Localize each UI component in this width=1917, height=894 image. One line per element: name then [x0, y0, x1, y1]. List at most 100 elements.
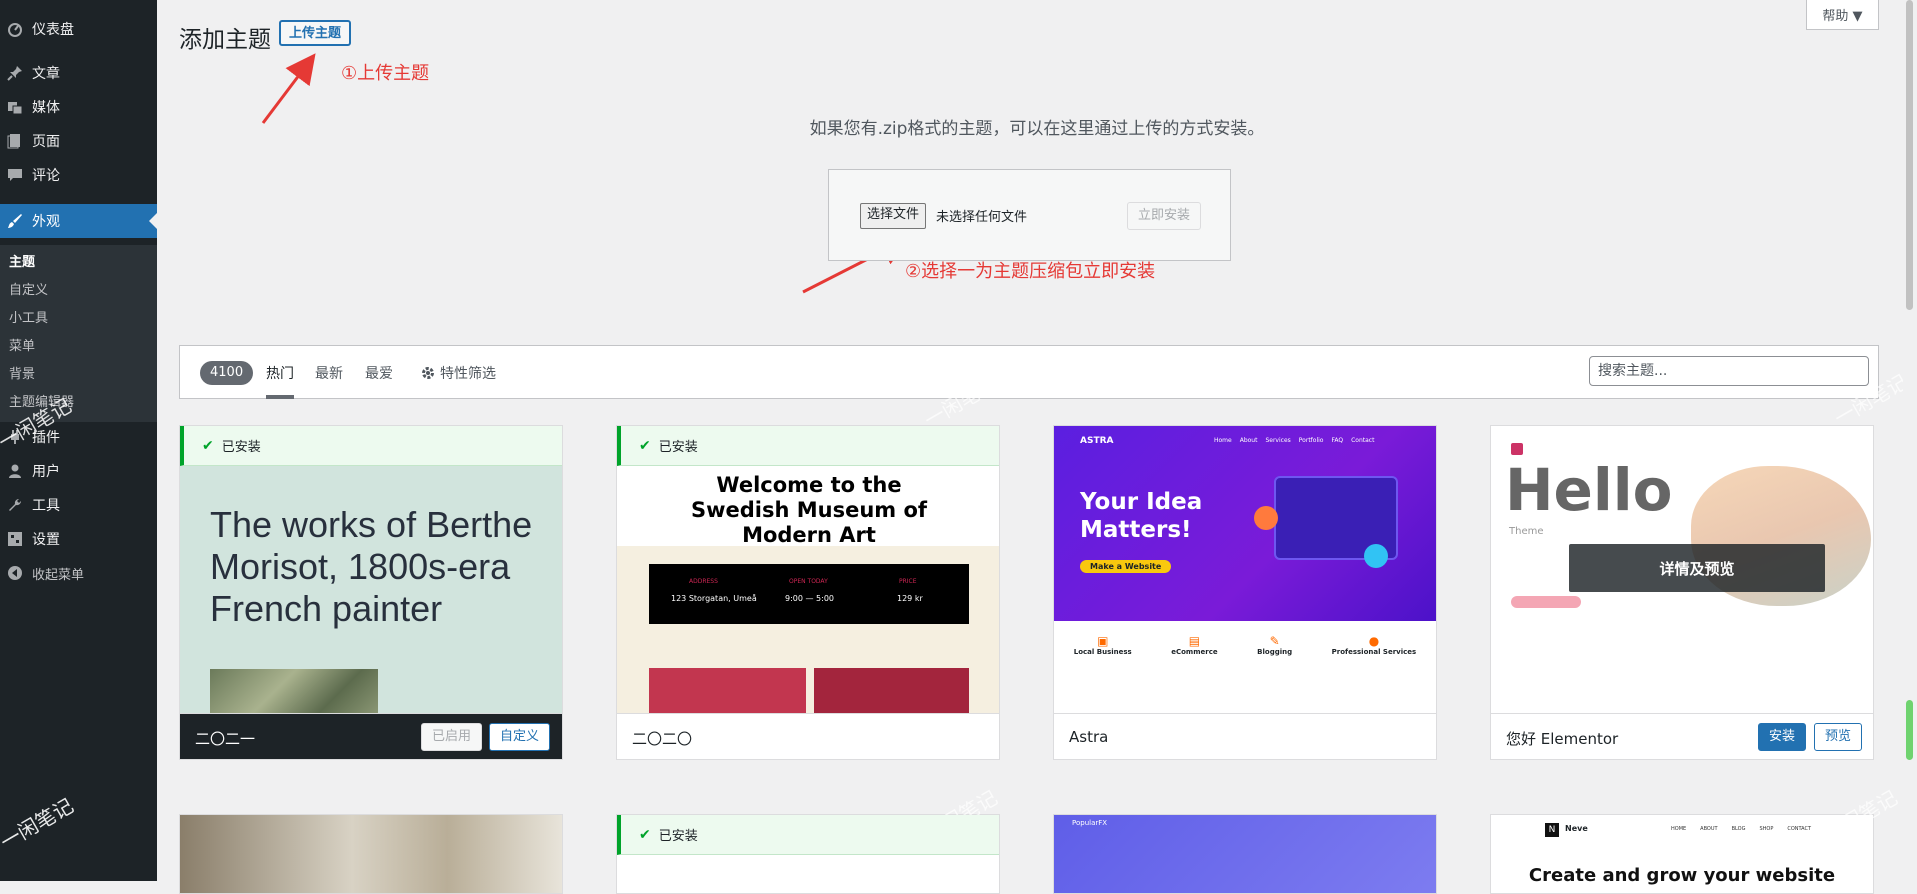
details-preview-overlay[interactable]: 详情及预览	[1569, 544, 1825, 592]
upload-description: 如果您有.zip格式的主题，可以在这里通过上传的方式安装。	[809, 119, 1265, 139]
cta-button: Make a Website	[1080, 560, 1172, 573]
service-item: ● Professional Services	[1332, 634, 1417, 656]
theme-footer: 您好 Elementor 安装 预览	[1491, 713, 1873, 759]
theme-search-input[interactable]	[1589, 356, 1869, 386]
menu-settings[interactable]: 设置	[0, 522, 157, 556]
menu-label: 仪表盘	[32, 22, 74, 38]
nav-link: Services	[1265, 437, 1291, 444]
pink-button-shape	[1511, 596, 1581, 608]
submenu-background[interactable]: 背景	[9, 363, 35, 382]
check-icon: ✔	[639, 437, 651, 454]
tab-favorites[interactable]: 最爱	[365, 363, 393, 383]
table-cell: 129 kr	[897, 594, 923, 603]
nav-link: ABOUT	[1700, 826, 1718, 832]
menu-posts[interactable]: 文章	[0, 56, 157, 90]
theme-card-row2-2[interactable]: ✔ 已安装	[616, 814, 1000, 894]
submenu-themes[interactable]: 主题	[9, 251, 35, 270]
settings-icon	[6, 530, 24, 548]
menu-label: 收起菜单	[32, 567, 85, 583]
install-now-button[interactable]: 立即安装	[1127, 202, 1202, 230]
theme-screenshot: ASTRA Home About Services Portfolio FAQ …	[1054, 426, 1436, 715]
installed-notice: ✔ 已安装	[617, 426, 999, 466]
activated-button[interactable]: 已启用	[421, 723, 483, 751]
menu-users[interactable]: 用户	[0, 454, 157, 488]
nav-link: Contact	[1351, 437, 1375, 444]
page-title: 添加主题	[179, 27, 271, 53]
menu-tools[interactable]: 工具	[0, 488, 157, 522]
appearance-submenu: 主题 自定义 小工具 菜单 背景 主题编辑器	[0, 245, 157, 422]
screenshot-headline: Your Idea Matters!	[1080, 489, 1203, 543]
menu-appearance[interactable]: 外观	[0, 204, 157, 238]
theme-card-twentytwenty[interactable]: ✔ 已安装 Welcome to the Swedish Museum of M…	[616, 425, 1000, 760]
nav-link: Portfolio	[1298, 437, 1324, 444]
theme-card-row2-4[interactable]: N Neve HOME ABOUT BLOG SHOP CONTACT Crea…	[1490, 814, 1874, 894]
cart-icon: ▤	[1188, 634, 1201, 648]
table-cell: 9:00 — 5:00	[785, 594, 835, 603]
customize-button[interactable]: 自定义	[489, 723, 551, 751]
installed-notice: ✔ 已安装	[180, 426, 562, 466]
illustration-person	[1254, 506, 1278, 530]
theme-card-hello-elementor[interactable]: Hello Theme 详情及预览 您好 Elementor 安装 预览	[1490, 425, 1874, 760]
nav-link: Home	[1214, 437, 1232, 444]
menu-comments[interactable]: 评论	[0, 158, 157, 192]
nav-link: CONTACT	[1787, 826, 1812, 832]
annotation-step1: ①上传主题	[341, 63, 430, 84]
submenu-customize[interactable]: 自定义	[9, 279, 48, 298]
tab-popular[interactable]: 热门	[266, 363, 294, 399]
theme-footer: Astra	[1054, 713, 1436, 759]
screenshot-headline: Hello	[1505, 456, 1673, 524]
scroll-indicator	[1906, 700, 1913, 760]
submenu-menus[interactable]: 菜单	[9, 335, 35, 354]
theme-card-row2-1[interactable]	[179, 814, 563, 894]
menu-label: 工具	[32, 498, 60, 514]
upload-theme-button[interactable]: 上传主题	[279, 20, 352, 46]
theme-screenshot	[1054, 815, 1436, 893]
collapse-icon	[6, 564, 24, 582]
submenu-widgets[interactable]: 小工具	[9, 307, 48, 326]
installed-label: 已安装	[658, 829, 698, 844]
artwork-block	[814, 668, 969, 715]
pencil-icon: ✎	[1269, 634, 1280, 648]
theme-screenshot: Hello Theme 详情及预览	[1491, 426, 1873, 715]
menu-dashboard[interactable]: 仪表盘	[0, 12, 157, 46]
choose-file-button[interactable]: 选择文件	[860, 203, 927, 229]
scrollbar-thumb[interactable]	[1906, 0, 1913, 310]
feature-filter-label: 特性筛选	[440, 366, 496, 382]
nav-link: HOME	[1671, 826, 1687, 832]
service-label: Local Business	[1073, 648, 1132, 656]
theme-card-twentytwentyone[interactable]: ✔ 已安装 The works of Berthe Morisot, 1800s…	[179, 425, 563, 760]
table-header: OPEN TODAY	[789, 578, 828, 585]
theme-logo: Neve	[1565, 824, 1588, 833]
service-label: Professional Services	[1331, 648, 1417, 656]
theme-screenshot	[180, 815, 562, 893]
nav-link: SHOP	[1759, 826, 1774, 832]
services-row: ▣ Local Business ▤ eCommerce ✎ Blogging ● Pr…	[1054, 634, 1436, 656]
pin-icon	[6, 64, 24, 82]
page-scrollbar[interactable]	[1903, 0, 1917, 881]
installed-label: 已安装	[221, 440, 261, 455]
neve-logo-icon: N	[1545, 823, 1559, 837]
theme-name: Astra	[1069, 728, 1109, 746]
upload-form: 选择文件 未选择任何文件 立即安装	[828, 169, 1231, 261]
screenshot-headline: The works of Berthe Morisot, 1800s-era F…	[210, 504, 533, 629]
tab-latest[interactable]: 最新	[315, 363, 343, 383]
screenshot-headline: Welcome to the Swedish Museum of Modern …	[690, 473, 928, 547]
gear-icon	[421, 366, 435, 380]
installed-notice: ✔ 已安装	[617, 815, 999, 855]
info-table: ADDRESS OPEN TODAY PRICE 123 Storgatan, …	[649, 564, 969, 624]
theme-logo: PopularFX	[1072, 819, 1108, 827]
help-button[interactable]: 帮助 ▼	[1806, 0, 1879, 30]
preview-button[interactable]: 预览	[1814, 723, 1863, 751]
theme-card-astra[interactable]: ASTRA Home About Services Portfolio FAQ …	[1053, 425, 1437, 760]
no-file-label: 未选择任何文件	[936, 210, 1028, 225]
menu-label: 文章	[32, 66, 60, 82]
theme-card-row2-3[interactable]: PopularFX	[1053, 814, 1437, 894]
theme-name: 二〇二〇	[632, 730, 693, 748]
menu-collapse[interactable]: 收起菜单	[0, 556, 157, 590]
user-icon	[6, 462, 24, 480]
screenshot-headline: Create and grow your website	[1528, 865, 1836, 886]
table-header: PRICE	[899, 578, 917, 585]
nav-link: FAQ	[1331, 437, 1344, 444]
feature-filter-button[interactable]: 特性筛选	[421, 363, 496, 383]
install-button[interactable]: 安装	[1758, 723, 1807, 751]
